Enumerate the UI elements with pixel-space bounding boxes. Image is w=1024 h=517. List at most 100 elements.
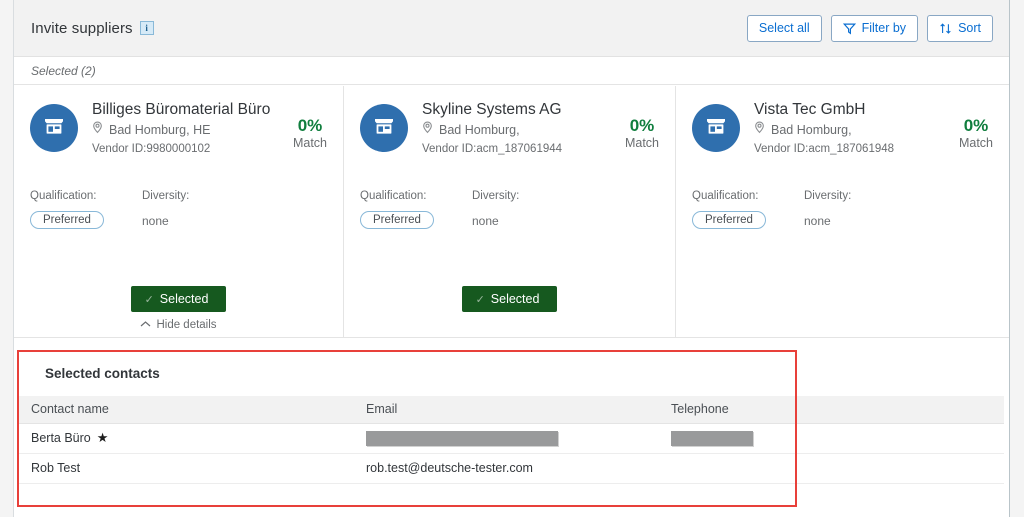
- supplier-info: Billiges Büromaterial Büro Bad Homburg, …: [92, 100, 287, 157]
- redacted-email: [366, 430, 558, 446]
- hide-details-label: Hide details: [156, 319, 217, 331]
- column-header-email[interactable]: Email: [354, 396, 659, 424]
- supplier-meta: Qualification: Preferred Diversity: none: [30, 188, 327, 229]
- cell-contact-name: Berta Büro ★: [19, 423, 354, 454]
- filter-by-label: Filter by: [861, 21, 907, 35]
- cell-telephone: [659, 423, 1004, 454]
- match-percent: 0%: [297, 116, 323, 135]
- check-icon: ✓: [475, 293, 485, 306]
- location-pin-icon: [92, 121, 103, 139]
- supplier-info: Skyline Systems AG Bad Homburg, Vendor I…: [422, 100, 619, 157]
- match-percent: 0%: [963, 116, 989, 135]
- supplier-location: Bad Homburg,: [754, 121, 953, 139]
- check-icon: ✓: [144, 293, 154, 306]
- cell-email: [354, 423, 659, 454]
- storefront-icon: [42, 114, 66, 143]
- table-header-row: Contact name Email Telephone: [19, 396, 1004, 424]
- contact-name-text: Rob Test: [31, 461, 81, 475]
- hide-details-toggle[interactable]: Hide details: [140, 319, 217, 331]
- supplier-vendor-id: Vendor ID:9980000102: [92, 143, 211, 155]
- supplier-name: Skyline Systems AG: [422, 101, 562, 118]
- diversity-block: Diversity: none: [804, 188, 916, 229]
- match-score: 0% Match: [625, 100, 659, 151]
- qualification-label: Qualification:: [360, 190, 427, 202]
- supplier-card-top: Skyline Systems AG Bad Homburg, Vendor I…: [360, 100, 659, 157]
- table-row[interactable]: Berta Büro ★: [19, 423, 1004, 454]
- supplier-meta: Qualification: Preferred Diversity: none: [692, 188, 993, 229]
- filter-by-button[interactable]: Filter by: [830, 14, 919, 42]
- location-pin-icon: [754, 121, 765, 139]
- qualification-block: Qualification: Preferred: [360, 188, 472, 229]
- column-header-contact-name[interactable]: Contact name: [19, 396, 354, 424]
- select-all-button[interactable]: Select all: [746, 14, 822, 42]
- match-percent: 0%: [629, 116, 655, 135]
- supplier-card[interactable]: Vista Tec GmbH Bad Homburg, Vendor ID:ac…: [676, 86, 1009, 337]
- cell-telephone: [659, 453, 1004, 484]
- selected-count-text: Selected (2): [31, 63, 96, 78]
- diversity-label: Diversity:: [804, 190, 852, 202]
- select-all-label: Select all: [758, 21, 810, 35]
- supplier-location-text: Bad Homburg, HE: [109, 122, 211, 137]
- sort-label: Sort: [958, 21, 981, 35]
- qualification-label: Qualification:: [30, 190, 97, 202]
- supplier-card[interactable]: Skyline Systems AG Bad Homburg, Vendor I…: [344, 86, 676, 337]
- supplier-location: Bad Homburg,: [422, 121, 619, 139]
- supplier-location-text: Bad Homburg,: [439, 122, 520, 137]
- supplier-name: Vista Tec GmbH: [754, 101, 866, 118]
- sort-button[interactable]: Sort: [927, 14, 993, 42]
- qualification-label: Qualification:: [692, 190, 759, 202]
- table-row[interactable]: Rob Test rob.test@deutsche-tester.com: [19, 453, 1004, 484]
- supplier-vendor-id: Vendor ID:acm_187061944: [422, 143, 563, 155]
- filter-icon: [842, 22, 856, 35]
- qualification-badge: Preferred: [360, 211, 434, 229]
- info-icon[interactable]: i: [139, 20, 154, 35]
- panel-outer-left: [0, 0, 13, 517]
- column-header-telephone[interactable]: Telephone: [659, 396, 1004, 424]
- panel-header: Invite suppliers i Select all Filter by: [14, 0, 1009, 57]
- supplier-location-text: Bad Homburg,: [771, 122, 852, 137]
- supplier-meta: Qualification: Preferred Diversity: none: [360, 188, 659, 229]
- selected-button-label: Selected: [159, 292, 209, 306]
- supplier-vendor-id: Vendor ID:acm_187061948: [754, 143, 895, 155]
- contact-name-text: Berta Büro: [31, 431, 91, 445]
- diversity-value: none: [804, 214, 831, 228]
- page-title-text: Invite suppliers: [31, 19, 133, 37]
- selected-button-label: Selected: [490, 292, 540, 306]
- selected-count-bar: Selected (2): [14, 57, 1009, 85]
- diversity-label: Diversity:: [472, 190, 520, 202]
- qualification-badge: Preferred: [30, 211, 104, 229]
- storefront-icon: [704, 114, 728, 143]
- avatar: [360, 104, 408, 152]
- supplier-card-footer: ✓ Selected: [344, 286, 675, 312]
- diversity-block: Diversity: none: [142, 188, 254, 229]
- diversity-value: none: [142, 214, 169, 228]
- location-pin-icon: [422, 121, 433, 139]
- selected-button[interactable]: ✓ Selected: [130, 286, 227, 312]
- storefront-icon: [372, 114, 396, 143]
- avatar: [30, 104, 78, 152]
- selected-contacts-region: Selected contacts Contact name Email Tel…: [14, 337, 1009, 517]
- supplier-card[interactable]: Billiges Büromaterial Büro Bad Homburg, …: [14, 86, 344, 337]
- match-label: Match: [292, 136, 327, 150]
- supplier-cards-row: Billiges Büromaterial Büro Bad Homburg, …: [14, 86, 1009, 337]
- header-actions: Select all Filter by Sort: [746, 14, 993, 42]
- page-title: Invite suppliers i: [31, 20, 154, 37]
- match-label: Match: [958, 136, 993, 150]
- selected-button[interactable]: ✓ Selected: [461, 286, 558, 312]
- selected-contacts-panel: Selected contacts Contact name Email Tel…: [19, 352, 1019, 484]
- diversity-block: Diversity: none: [472, 188, 584, 229]
- diversity-label: Diversity:: [142, 190, 190, 202]
- match-score: 0% Match: [959, 100, 993, 151]
- supplier-card-top: Vista Tec GmbH Bad Homburg, Vendor ID:ac…: [692, 100, 993, 157]
- redacted-telephone: [671, 430, 753, 446]
- supplier-info: Vista Tec GmbH Bad Homburg, Vendor ID:ac…: [754, 100, 953, 157]
- contacts-table: Contact name Email Telephone Berta Büro ★: [19, 396, 1004, 484]
- cell-contact-name: Rob Test: [19, 453, 354, 484]
- qualification-block: Qualification: Preferred: [692, 188, 804, 229]
- cell-email: rob.test@deutsche-tester.com: [354, 453, 659, 484]
- match-label: Match: [624, 136, 659, 150]
- avatar: [692, 104, 740, 152]
- selected-contacts-title: Selected contacts: [45, 366, 160, 381]
- supplier-name: Billiges Büromaterial Büro: [92, 101, 271, 118]
- chevron-up-icon: [140, 319, 151, 331]
